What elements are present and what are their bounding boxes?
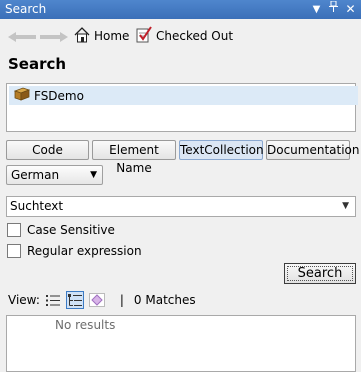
page-title: Search [8,55,67,73]
view-toolbar: View: | 0 Matches [8,291,196,309]
project-label: FSDemo [34,88,84,103]
dropdown-icon[interactable]: ▼ [309,0,324,19]
search-button[interactable]: Search [284,263,356,284]
home-icon [74,26,90,46]
regex-checkbox[interactable]: Regular expression [7,243,142,259]
panel-title: Search [5,2,47,16]
regex-label: Regular expression [27,244,142,258]
tab-element-name[interactable]: Element Name [92,140,176,175]
view-separator: | [119,293,124,307]
back-arrow-icon[interactable] [8,31,36,42]
checkbox-box[interactable] [7,244,21,258]
matches-count: 0 Matches [133,293,196,307]
project-list[interactable]: FSDemo [6,83,358,132]
case-sensitive-label: Case Sensitive [27,223,115,237]
tree-view-icon[interactable] [65,291,84,309]
checked-out-label: Checked Out [156,29,234,43]
chevron-down-icon: ▼ [90,170,97,180]
tab-documentation[interactable]: Documentation [266,140,360,160]
list-item[interactable]: FSDemo [9,86,358,105]
case-sensitive-checkbox[interactable]: Case Sensitive [7,222,115,238]
forward-arrow-icon[interactable] [40,31,68,42]
home-button[interactable]: Home [74,26,130,46]
checked-out-icon [136,26,152,46]
search-input[interactable]: Suchtext ▼ [6,196,356,217]
list-view-icon[interactable] [44,291,62,309]
tab-text-collection[interactable]: TextCollection [179,140,264,160]
project-icon [13,87,31,104]
view-label: View: [8,293,40,307]
search-input-value: Suchtext [10,199,64,213]
checked-out-button[interactable]: Checked Out [136,26,234,46]
no-results-text: No results [55,318,116,332]
results-list[interactable]: No results [6,315,356,372]
pin-icon[interactable] [326,0,341,19]
close-icon[interactable]: ✕ [343,0,358,19]
checkbox-box[interactable] [7,223,21,237]
diagram-view-icon[interactable] [88,291,106,309]
tab-code[interactable]: Code [6,140,89,160]
chevron-down-icon[interactable]: ▼ [342,197,349,216]
language-selected: German [11,168,60,182]
language-select[interactable]: German ▼ [6,165,103,185]
panel-title-bar: Search ▼ ✕ [0,0,361,19]
home-label: Home [94,29,130,43]
